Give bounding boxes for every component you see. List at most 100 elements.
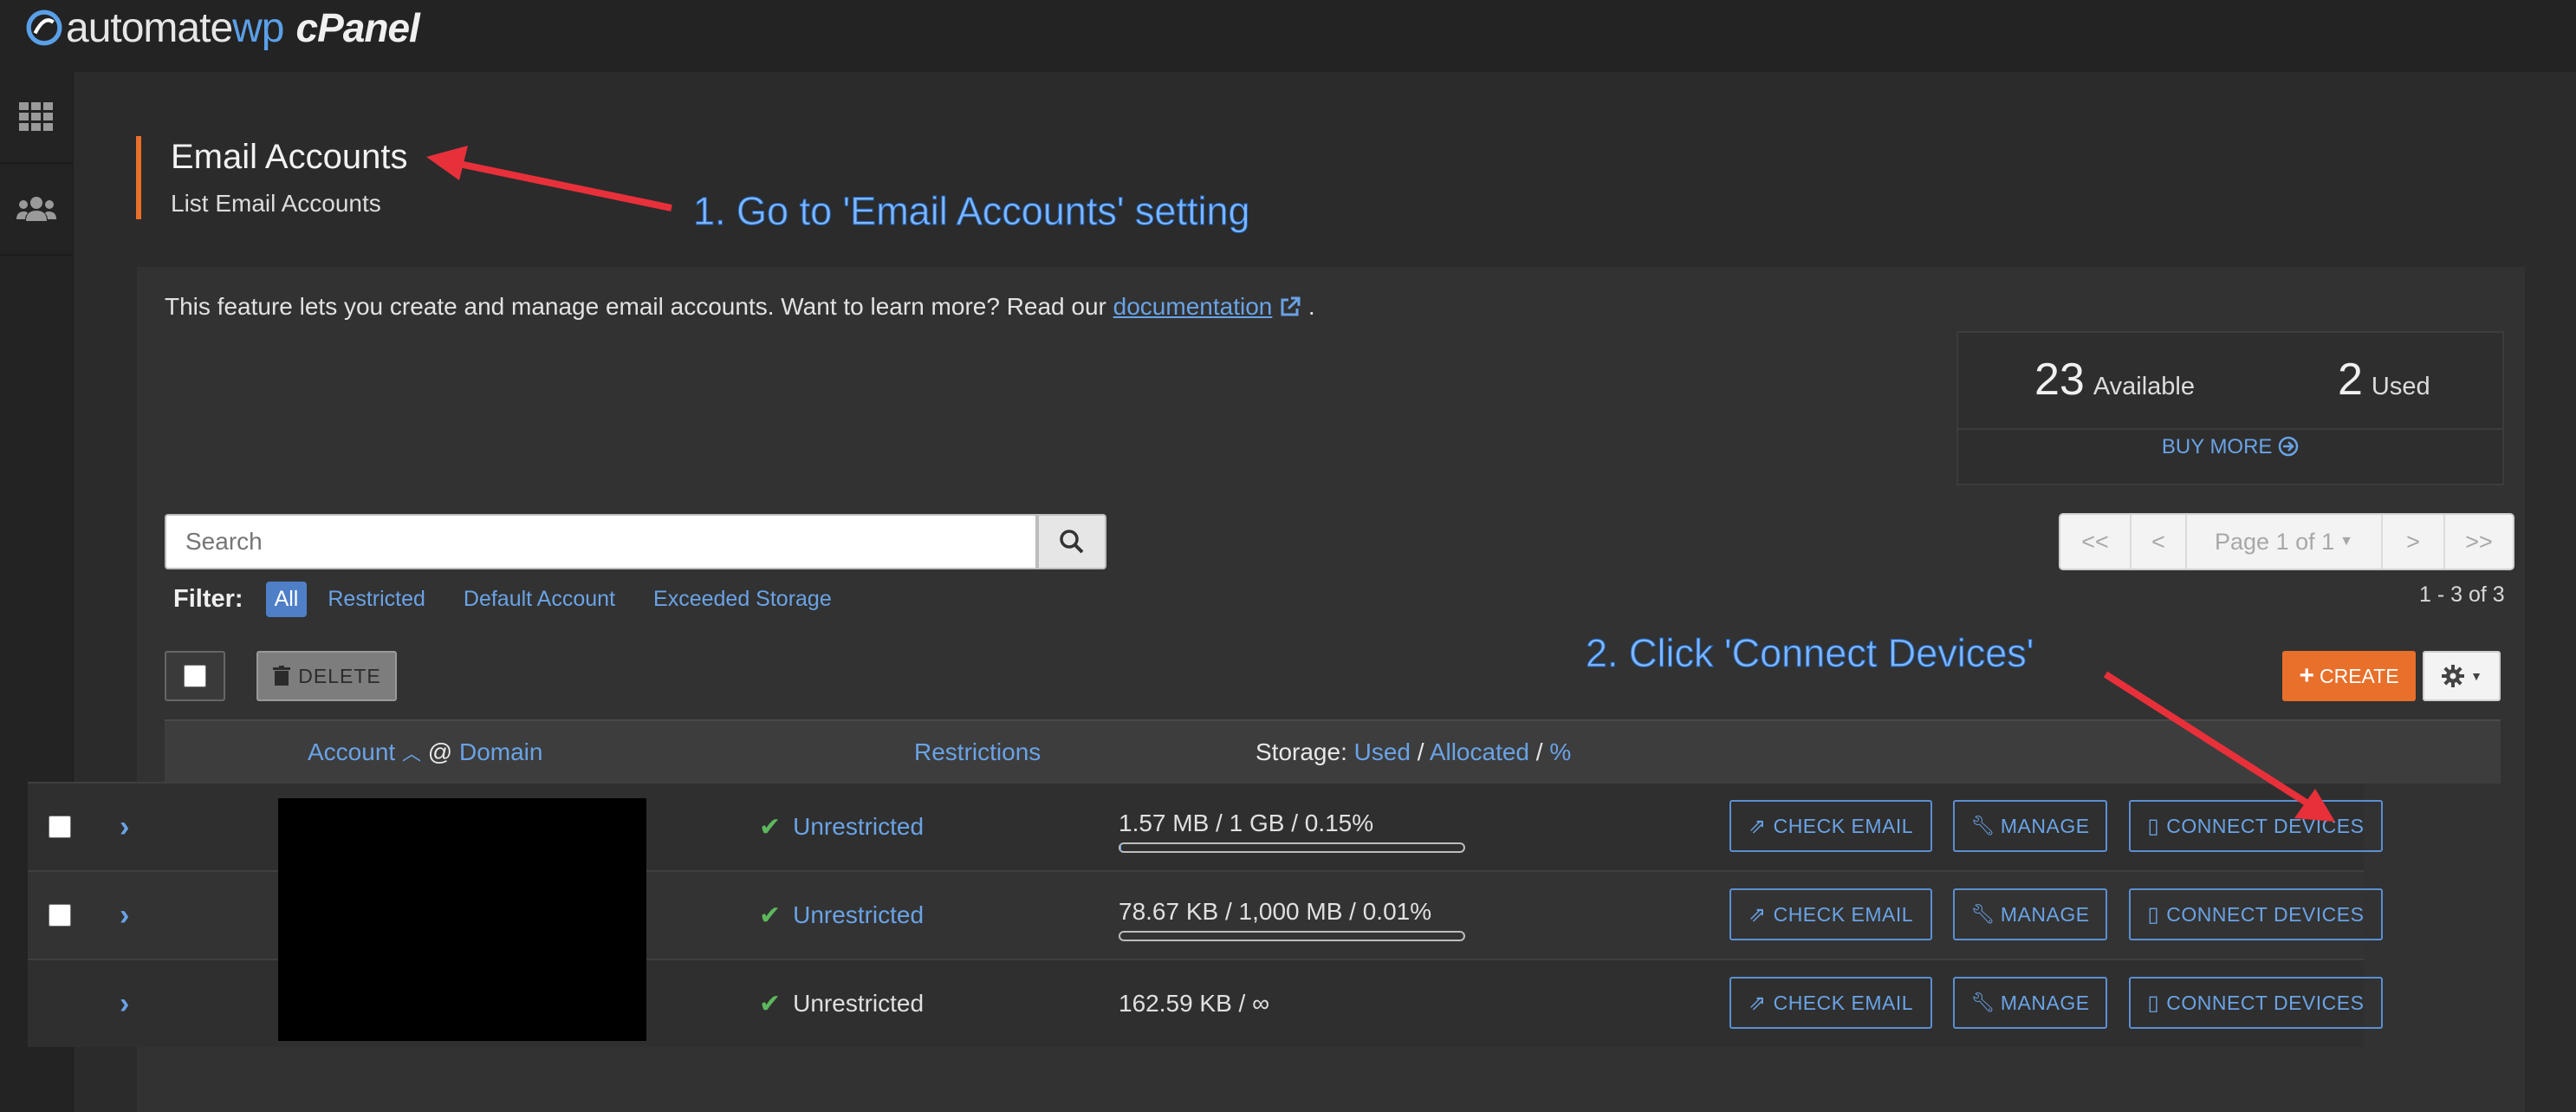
used-label: Used (2371, 373, 2430, 400)
last-page-button[interactable]: >> (2445, 515, 2513, 569)
storage-text: 162.59 KB / ∞ (1119, 990, 1270, 1017)
row-checkbox-input[interactable] (49, 904, 71, 927)
mobile-icon: ▯ (2147, 814, 2160, 838)
delete-button[interactable]: DELETE (256, 651, 397, 701)
grid-icon (19, 102, 53, 131)
trash-icon (273, 666, 291, 686)
sort-restrictions[interactable]: Restrictions (914, 738, 1041, 766)
storage-cell: 78.67 KB / 1,000 MB / 0.01% (1119, 872, 1483, 959)
first-page-button[interactable]: << (2060, 515, 2132, 569)
restriction-link[interactable]: Unrestricted (793, 901, 924, 929)
intro-suffix: . (1307, 293, 1315, 320)
logo-text-wp: wp (232, 4, 284, 51)
sort-percent[interactable]: % (1549, 738, 1571, 765)
sidebar-item-tools[interactable] (0, 72, 73, 164)
gear-icon (2442, 665, 2465, 687)
page-title: Email Accounts (171, 138, 408, 176)
check-email-button[interactable]: ⇗ CHECK EMAIL (1729, 800, 1932, 852)
external-link-icon (1281, 296, 1301, 316)
filter-restricted[interactable]: Restricted (328, 587, 425, 612)
check-email-button[interactable]: ⇗ CHECK EMAIL (1729, 977, 1932, 1029)
filter-all[interactable]: All (265, 582, 308, 617)
check-icon: ✔ (759, 812, 782, 842)
page-subtitle: List Email Accounts (171, 190, 381, 217)
wrench-icon: 🔧︎ (1970, 903, 1995, 925)
plus-icon: + (2299, 661, 2314, 690)
storage-usage-bar (1119, 931, 1465, 941)
results-count: 1 - 3 of 3 (2419, 582, 2505, 607)
external-link-icon: ⇗ (1748, 902, 1767, 927)
check-email-button[interactable]: ⇗ CHECK EMAIL (1729, 888, 1932, 940)
check-icon: ✔ (759, 989, 782, 1018)
sidebar-item-users[interactable] (0, 164, 73, 256)
storage-text: 1.57 MB / 1 GB / 0.15% (1119, 810, 1374, 836)
mobile-icon: ▯ (2147, 991, 2160, 1015)
slash-1: / (1417, 738, 1424, 765)
restriction-status: ✔ Unrestricted (759, 872, 924, 959)
check-icon: ✔ (759, 901, 782, 930)
intro-sentence: This feature lets you create and manage … (165, 293, 1113, 320)
next-page-button[interactable]: > (2383, 515, 2445, 569)
logo-swirl-icon (26, 10, 62, 46)
caret-down-icon: ▼ (2339, 534, 2353, 549)
redacted-accounts (278, 798, 646, 1041)
storage-header: Storage: Used / Allocated / % (1256, 738, 1571, 766)
settings-dropdown-button[interactable]: ▼ (2423, 651, 2501, 701)
manage-button[interactable]: 🔧︎ MANAGE (1953, 977, 2107, 1029)
manage-button[interactable]: 🔧︎ MANAGE (1953, 800, 2107, 852)
restriction-link[interactable]: Unrestricted (793, 813, 924, 841)
sort-allocated[interactable]: Allocated (1430, 738, 1529, 765)
sort-used[interactable]: Used (1354, 738, 1411, 765)
users-icon (16, 197, 56, 221)
storage-label: Storage: (1256, 738, 1347, 765)
search-button[interactable] (1037, 514, 1106, 569)
row-checkbox[interactable] (49, 872, 71, 959)
annotation-step-2: 2. Click 'Connect Devices' (1585, 631, 2034, 676)
logo[interactable]: automate wp cPanel (26, 3, 420, 52)
available-label: Available (2093, 373, 2196, 400)
filter-exceeded-storage[interactable]: Exceeded Storage (653, 587, 832, 612)
select-all-input[interactable] (184, 665, 206, 687)
search-input[interactable] (166, 516, 1035, 568)
mobile-icon: ▯ (2147, 902, 2160, 927)
connect-devices-button[interactable]: ▯ CONNECT DEVICES (2129, 800, 2383, 852)
wrench-icon: 🔧︎ (1970, 815, 1995, 836)
buy-more-link[interactable]: BUY MORE (1958, 435, 2502, 459)
annotation-step-1: 1. Go to 'Email Accounts' setting (693, 189, 1251, 234)
search-field[interactable] (165, 514, 1037, 569)
prev-page-button[interactable]: < (2132, 515, 2187, 569)
restriction-status: ✔ Unrestricted (759, 960, 924, 1047)
page-header: Email Accounts List Email Accounts (136, 136, 407, 219)
slash-2: / (1535, 738, 1543, 765)
used-count: 2 Used (2338, 354, 2430, 405)
storage-usage-bar (1119, 842, 1465, 853)
sort-asc-icon: ︿ (401, 743, 421, 764)
external-link-icon: ⇗ (1748, 991, 1767, 1015)
wrench-icon: 🔧︎ (1970, 992, 1995, 1013)
sort-domain[interactable]: Domain (459, 738, 542, 765)
account-stats: 23 Available 2 Used BUY MORE (1956, 331, 2504, 485)
select-all-checkbox[interactable] (165, 651, 225, 701)
create-button[interactable]: + CREATE (2282, 651, 2416, 701)
filter-default-account[interactable]: Default Account (464, 587, 615, 612)
expand-row-icon[interactable]: › (120, 784, 129, 870)
connect-devices-button[interactable]: ▯ CONNECT DEVICES (2129, 888, 2383, 940)
row-checkbox-input[interactable] (49, 816, 71, 838)
row-checkbox[interactable] (49, 784, 71, 870)
page-select[interactable]: Page 1 of 1 ▼ (2187, 515, 2383, 569)
expand-row-icon[interactable]: › (120, 872, 129, 959)
filter-bar: Filter: All Restricted Default Account E… (173, 582, 870, 617)
connect-devices-button[interactable]: ▯ CONNECT DEVICES (2129, 977, 2383, 1029)
documentation-link[interactable]: documentation (1113, 293, 1273, 320)
expand-row-icon[interactable]: › (120, 960, 129, 1047)
logo-text-automate: automate (66, 4, 233, 51)
restriction-text: Unrestricted (793, 990, 925, 1017)
search-icon (1060, 530, 1084, 554)
pagination: << < Page 1 of 1 ▼ > >> (2059, 513, 2514, 570)
table-header: Account ︿ @ Domain Restrictions Storage:… (165, 719, 2501, 784)
stats-counts: 23 Available 2 Used (1958, 333, 2502, 430)
manage-button[interactable]: 🔧︎ MANAGE (1953, 888, 2107, 940)
at-symbol: @ (427, 738, 453, 765)
sort-account[interactable]: Account (308, 738, 395, 765)
storage-usage-fill (1120, 844, 1121, 851)
